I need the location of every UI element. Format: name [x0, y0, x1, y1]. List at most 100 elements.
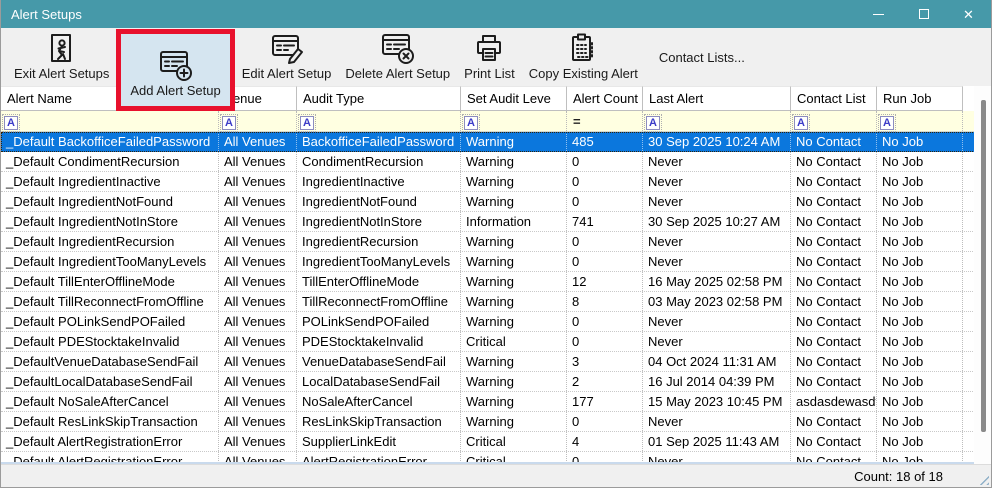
table-cell: Warning: [461, 312, 567, 331]
table-cell: All Venues: [219, 172, 297, 191]
filter-cell[interactable]: A: [791, 111, 877, 131]
table-cell: asdasdewasdf: [791, 392, 877, 411]
copy-existing-alert-button[interactable]: Copy Existing Alert: [522, 28, 645, 84]
add-alert-setup-button[interactable]: Add Alert Setup: [116, 29, 234, 111]
alert-setups-window: Alert Setups ✕ Exit Alert Setups: [0, 0, 992, 488]
table-cell: Warning: [461, 352, 567, 371]
toolbar-button-label: Exit Alert Setups: [14, 66, 109, 81]
table-cell: All Venues: [219, 432, 297, 451]
table-cell: 4: [567, 432, 643, 451]
table-row[interactable]: _Default NoSaleAfterCancelAll VenuesNoSa…: [1, 392, 991, 412]
toolbar-button-label: Edit Alert Setup: [242, 66, 332, 81]
toolbar-button-label: Copy Existing Alert: [529, 66, 638, 81]
grid-rows: _Default BackofficeFailedPassword All Ven…: [1, 132, 991, 464]
filter-cell[interactable]: A: [219, 111, 297, 131]
table-cell: No Job: [877, 192, 963, 211]
table-cell: _Default PDEStocktakeInvalid: [1, 332, 219, 351]
table-cell: _Default TillReconnectFromOffline: [1, 292, 219, 311]
table-row[interactable]: _Default TillEnterOfflineModeAll VenuesT…: [1, 272, 991, 292]
maximize-button[interactable]: [901, 0, 946, 28]
table-row[interactable]: _Default ResLinkSkipTransactionAll Venue…: [1, 412, 991, 432]
column-header[interactable]: Run Job: [877, 86, 963, 111]
table-row[interactable]: _Default IngredientNotFoundAll VenuesIng…: [1, 192, 991, 212]
exit-alert-setups-button[interactable]: Exit Alert Setups: [7, 28, 116, 84]
table-cell: All Venues: [219, 452, 297, 464]
table-cell: All Venues: [219, 312, 297, 331]
column-header[interactable]: Last Alert: [643, 86, 791, 111]
table-cell: _DefaultVenueDatabaseSendFail: [1, 352, 219, 371]
table-row[interactable]: _Default IngredientInactiveAll VenuesIng…: [1, 172, 991, 192]
table-cell: Critical: [461, 332, 567, 351]
table-row[interactable]: _Default PDEStocktakeInvalidAll VenuesPD…: [1, 332, 991, 352]
table-cell: 16 Jul 2014 04:39 PM: [643, 372, 791, 391]
table-cell: No Job: [877, 232, 963, 251]
table-cell: _Default IngredientNotFound: [1, 192, 219, 211]
form-add-icon: [157, 47, 195, 83]
table-row[interactable]: _Default IngredientTooManyLevelsAll Venu…: [1, 252, 991, 272]
table-cell: No Contact: [791, 372, 877, 391]
scrollbar-thumb[interactable]: [981, 100, 986, 432]
filter-cell[interactable]: A: [877, 111, 963, 131]
table-cell: Warning: [461, 192, 567, 211]
table-cell: All Venues: [219, 332, 297, 351]
table-cell: No Job: [877, 172, 963, 191]
alerts-grid: Alert NameVenueAudit TypeSet Audit LeveA…: [1, 86, 991, 464]
table-cell: _Default IngredientNotInStore: [1, 212, 219, 231]
table-cell: TillEnterOfflineMode: [297, 272, 461, 291]
table-row[interactable]: _Default TillReconnectFromOfflineAll Ven…: [1, 292, 991, 312]
table-cell: Information: [461, 212, 567, 231]
title-bar: Alert Setups ✕: [1, 0, 991, 28]
table-row[interactable]: _Default BackofficeFailedPasswordAll Ven…: [1, 132, 991, 152]
table-cell: Warning: [461, 292, 567, 311]
delete-alert-setup-button[interactable]: Delete Alert Setup: [338, 28, 457, 84]
minimize-button[interactable]: [856, 0, 901, 28]
contact-lists-button[interactable]: Contact Lists...: [659, 50, 745, 65]
column-header[interactable]: Set Audit Leve: [461, 86, 567, 111]
table-row[interactable]: _Default POLinkSendPOFailedAll VenuesPOL…: [1, 312, 991, 332]
table-cell: Never: [643, 192, 791, 211]
table-cell: No Job: [877, 292, 963, 311]
status-bar: Count: 18 of 18: [1, 464, 991, 487]
table-cell: IngredientInactive: [297, 172, 461, 191]
table-row[interactable]: _Default AlertRegistrationErrorAll Venue…: [1, 432, 991, 452]
filter-cell[interactable]: =: [567, 111, 643, 131]
table-cell: Critical: [461, 452, 567, 464]
table-cell: SupplierLinkEdit: [297, 432, 461, 451]
table-cell: Never: [643, 152, 791, 171]
table-cell: _Default CondimentRecursion: [1, 152, 219, 171]
text-filter-icon: A: [880, 116, 894, 130]
table-cell: _Default IngredientInactive: [1, 172, 219, 191]
filter-cell[interactable]: A: [461, 111, 567, 131]
vertical-scrollbar[interactable]: [974, 86, 991, 464]
table-cell: No Contact: [791, 352, 877, 371]
toolbar: Exit Alert Setups Add Alert Setup: [1, 28, 991, 86]
table-row[interactable]: _Default CondimentRecursionAll VenuesCon…: [1, 152, 991, 172]
column-header[interactable]: Audit Type: [297, 86, 461, 111]
column-header[interactable]: Alert Count: [567, 86, 643, 111]
table-cell: Never: [643, 312, 791, 331]
table-row[interactable]: _DefaultVenueDatabaseSendFailAll VenuesV…: [1, 352, 991, 372]
table-row[interactable]: _Default AlertRegistrationErrorAll Venue…: [1, 452, 991, 464]
table-cell: Warning: [461, 132, 567, 151]
resize-grip-icon[interactable]: [978, 474, 989, 485]
filter-cell[interactable]: A: [1, 111, 219, 131]
filter-cell[interactable]: A: [643, 111, 791, 131]
close-button[interactable]: ✕: [946, 0, 991, 28]
column-header[interactable]: Contact List: [791, 86, 877, 111]
filter-cell[interactable]: A: [297, 111, 461, 131]
table-row[interactable]: _DefaultLocalDatabaseSendFailAll VenuesL…: [1, 372, 991, 392]
equals-filter-icon: =: [570, 114, 581, 129]
table-cell: _Default IngredientRecursion: [1, 232, 219, 251]
table-cell: No Job: [877, 312, 963, 331]
table-row[interactable]: _Default IngredientRecursionAll VenuesIn…: [1, 232, 991, 252]
text-filter-icon: A: [222, 116, 236, 130]
table-cell: All Venues: [219, 292, 297, 311]
table-cell: No Contact: [791, 152, 877, 171]
edit-alert-setup-button[interactable]: Edit Alert Setup: [235, 28, 339, 84]
table-cell: All Venues: [219, 372, 297, 391]
toolbar-button-label: Print List: [464, 66, 515, 81]
table-cell: _Default BackofficeFailedPassword: [1, 132, 219, 151]
table-cell: No Job: [877, 332, 963, 351]
print-list-button[interactable]: Print List: [457, 28, 522, 84]
table-row[interactable]: _Default IngredientNotInStoreAll VenuesI…: [1, 212, 991, 232]
